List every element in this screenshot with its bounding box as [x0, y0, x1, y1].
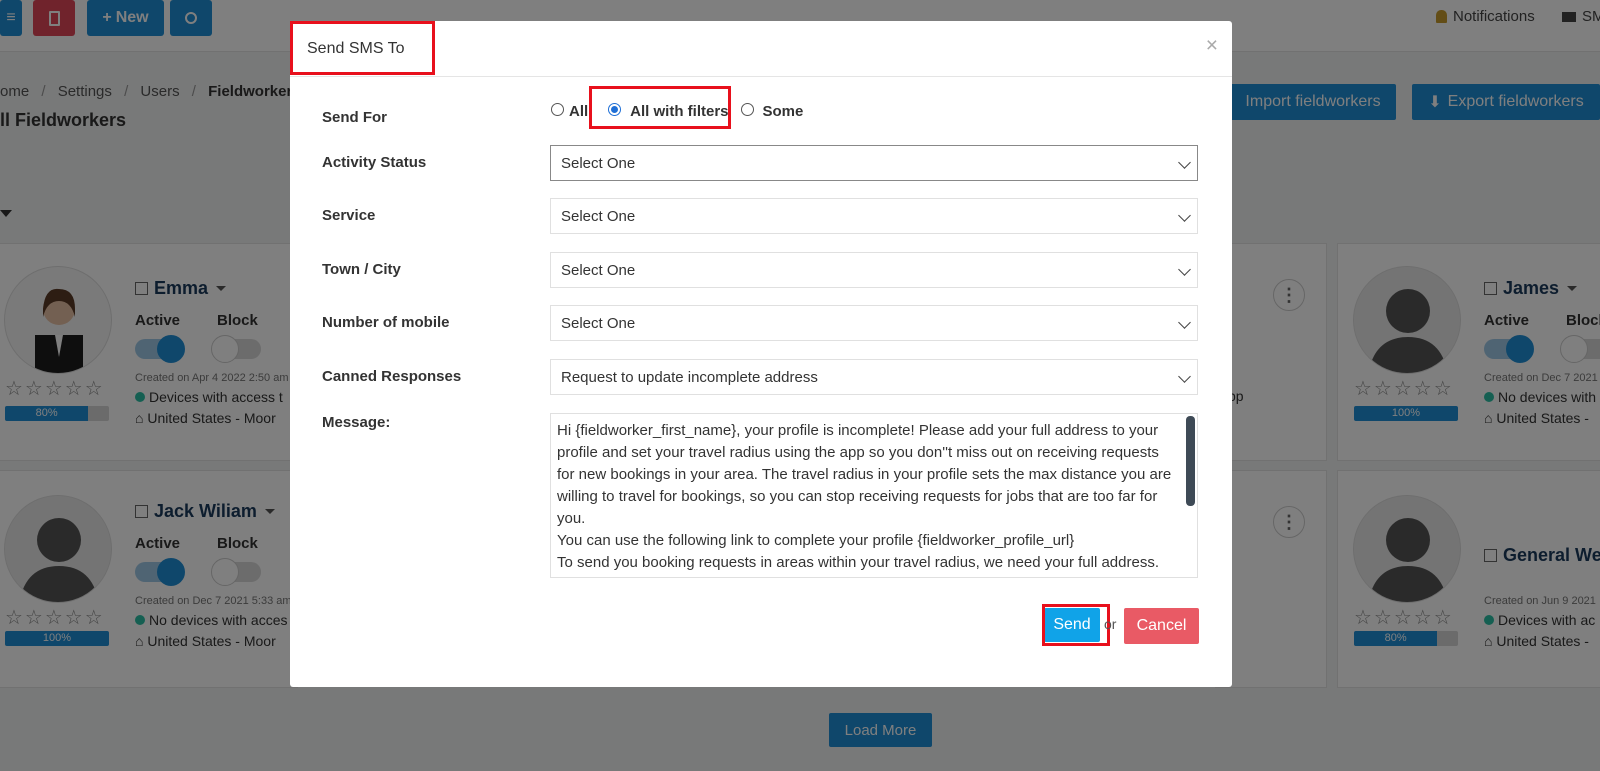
title-highlight-box [290, 21, 435, 75]
send-for-label: Send For [322, 109, 388, 126]
number-of-mobile-value: Select One [561, 314, 636, 332]
town-city-value: Select One [561, 261, 636, 279]
textarea-scrollbar[interactable] [1186, 416, 1195, 506]
close-icon[interactable]: × [1206, 35, 1218, 56]
send-highlight-box [1042, 604, 1110, 646]
town-city-select[interactable]: Select One [550, 252, 1198, 288]
activity-status-select[interactable]: Select One [550, 145, 1198, 181]
cancel-button[interactable]: Cancel [1124, 608, 1199, 644]
chevron-down-icon [1178, 156, 1191, 169]
canned-responses-select[interactable]: Request to update incomplete address [550, 359, 1198, 395]
number-of-mobile-select[interactable]: Select One [550, 305, 1198, 341]
radio-some-label[interactable]: Some [763, 103, 804, 120]
radio-all-label[interactable]: All [569, 103, 588, 120]
chevron-down-icon [1178, 316, 1191, 329]
or-text: or [1104, 616, 1117, 632]
canned-responses-label: Canned Responses [322, 368, 462, 385]
service-select[interactable]: Select One [550, 198, 1198, 234]
send-sms-modal: Send SMS To × Send For All All with filt… [290, 21, 1232, 687]
chevron-down-icon [1178, 370, 1191, 383]
message-paragraph: You can use the following link to comple… [557, 532, 1075, 549]
chevron-down-icon [1178, 263, 1191, 276]
chevron-down-icon [1178, 209, 1191, 222]
message-textarea[interactable]: Hi {fieldworker_first_name}, your profil… [550, 413, 1198, 578]
message-text: Hi {fieldworker_first_name}, your profil… [557, 420, 1177, 574]
message-label: Message: [322, 414, 391, 431]
activity-status-label: Activity Status [322, 154, 427, 171]
canned-responses-value: Request to update incomplete address [561, 368, 818, 386]
radio-highlight-box [589, 86, 731, 129]
activity-status-value: Select One [561, 154, 636, 172]
number-of-mobile-label: Number of mobile [322, 314, 450, 331]
service-value: Select One [561, 207, 636, 225]
cancel-label: Cancel [1136, 617, 1187, 634]
town-city-label: Town / City [322, 261, 401, 278]
message-paragraph: To send you booking requests in areas wi… [557, 554, 1159, 571]
radio-some[interactable] [740, 103, 754, 116]
modal-header: Send SMS To × [290, 21, 1232, 77]
service-label: Service [322, 207, 376, 224]
radio-all[interactable] [551, 103, 564, 116]
message-paragraph: Hi {fieldworker_first_name}, your profil… [557, 422, 1172, 527]
